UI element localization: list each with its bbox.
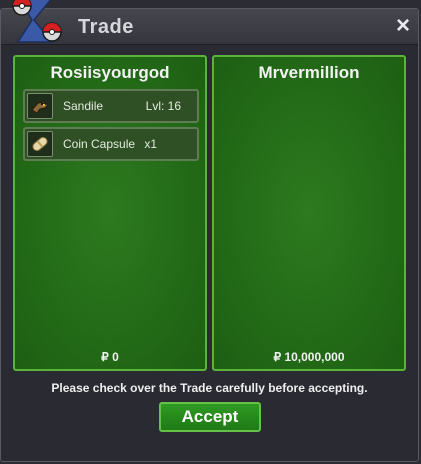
right-trade-panel: Mrvermillion ₽ 10,000,000	[212, 55, 406, 371]
trade-window: Trade × Rosiisyourgod Sandile Lvl: 16 Co…	[0, 8, 419, 462]
left-money-amount: ₽ 0	[101, 350, 119, 364]
right-money-amount: ₽ 10,000,000	[273, 350, 345, 364]
trade-item-coin-capsule[interactable]: Coin Capsule x1	[23, 127, 199, 161]
accept-button[interactable]: Accept	[159, 402, 261, 432]
sandile-icon	[27, 93, 53, 119]
coin-capsule-icon	[27, 131, 53, 157]
item-name: Coin Capsule	[63, 137, 136, 151]
left-trade-panel: Rosiisyourgod Sandile Lvl: 16 Coin Capsu…	[13, 55, 207, 371]
trade-item-sandile[interactable]: Sandile Lvl: 16	[23, 89, 199, 123]
left-player-name: Rosiisyourgod	[50, 63, 170, 82]
trade-notice: Please check over the Trade carefully be…	[51, 381, 368, 395]
right-player-name: Mrvermillion	[258, 63, 360, 82]
pokeball-logo-icon	[0, 0, 70, 48]
window-title: Trade	[78, 16, 134, 38]
item-name: Sandile	[63, 99, 104, 113]
item-level: Lvl: 16	[145, 99, 181, 113]
item-quantity: x1	[144, 137, 157, 151]
close-button[interactable]: ×	[396, 12, 410, 40]
